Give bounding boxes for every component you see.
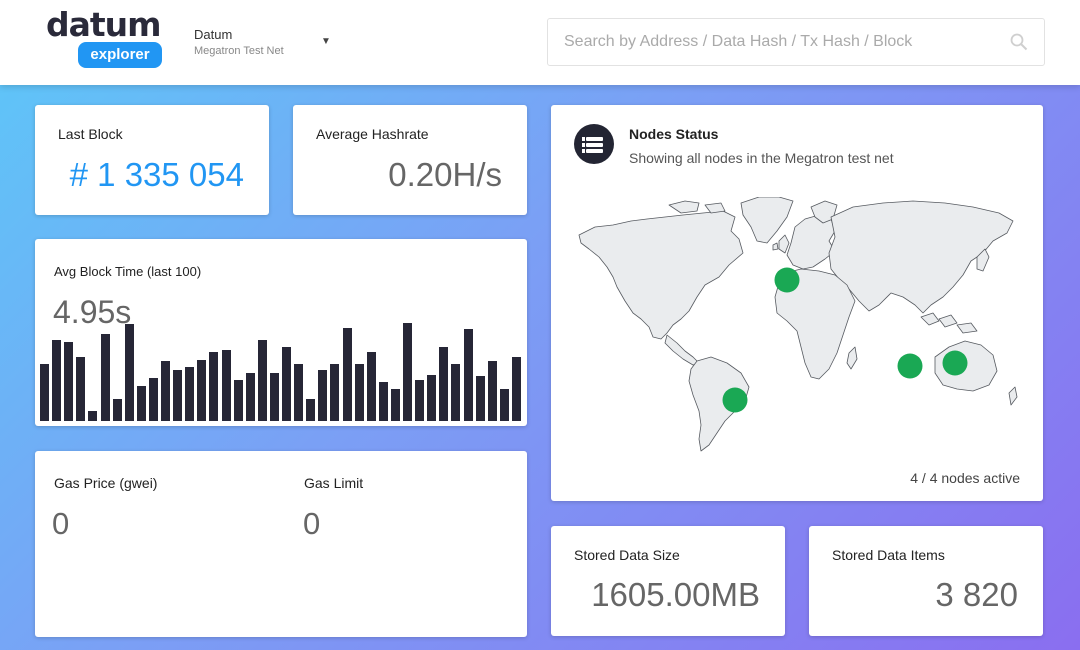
nodes-active-count: 4 / 4 nodes active xyxy=(910,470,1020,486)
block-time-bar[interactable] xyxy=(40,364,49,421)
block-time-bar[interactable] xyxy=(403,323,412,421)
block-time-bar[interactable] xyxy=(257,340,267,421)
block-time-card: Avg Block Time (last 100) 4.95s xyxy=(35,239,527,426)
block-time-bar[interactable] xyxy=(511,357,521,421)
block-time-bar[interactable] xyxy=(415,380,425,421)
last-block-label: Last Block xyxy=(58,126,123,142)
block-time-bar[interactable] xyxy=(76,357,86,421)
node-marker[interactable] xyxy=(722,387,748,413)
hashrate-label: Average Hashrate xyxy=(316,126,429,142)
last-block-value[interactable]: # 1 335 054 xyxy=(70,156,244,194)
north-america-shape xyxy=(578,210,744,340)
block-time-bar[interactable] xyxy=(499,389,509,421)
search-box xyxy=(547,18,1045,66)
block-time-bar[interactable] xyxy=(245,373,255,421)
network-subtitle: Megatron Test Net xyxy=(194,45,284,57)
last-block-card: Last Block # 1 335 054 xyxy=(35,105,269,215)
logo-wordmark: datum xyxy=(46,5,162,44)
block-time-bar[interactable] xyxy=(330,364,340,421)
hashrate-card: Average Hashrate 0.20H/s xyxy=(293,105,527,215)
block-time-bar[interactable] xyxy=(342,328,352,421)
block-time-bar[interactable] xyxy=(197,360,207,421)
gas-limit-label: Gas Limit xyxy=(304,475,364,491)
datum-explorer-logo[interactable]: datum explorer xyxy=(46,8,166,72)
block-time-bar[interactable] xyxy=(451,364,461,421)
block-time-bar[interactable] xyxy=(439,347,449,421)
block-time-bar[interactable] xyxy=(136,386,146,421)
block-time-bar[interactable] xyxy=(185,367,195,421)
hashrate-value: 0.20H/s xyxy=(388,156,502,193)
nodes-status-title: Nodes Status xyxy=(629,126,719,142)
block-time-bar[interactable] xyxy=(173,370,183,421)
nodes-status-subtitle: Showing all nodes in the Megatron test n… xyxy=(629,150,894,166)
top-header: datum explorer Datum Megatron Test Net ▼ xyxy=(0,0,1080,85)
block-time-bar[interactable] xyxy=(354,364,364,421)
network-selector[interactable]: Datum Megatron Test Net ▼ xyxy=(185,16,335,68)
block-time-bar[interactable] xyxy=(269,373,279,421)
block-time-bar[interactable] xyxy=(306,399,316,421)
block-time-bar[interactable] xyxy=(463,329,473,421)
block-time-bar[interactable] xyxy=(124,324,134,421)
block-time-bar[interactable] xyxy=(148,378,158,421)
block-time-bar[interactable] xyxy=(294,364,304,421)
gas-card: Gas Price (gwei) 0 Gas Limit 0 xyxy=(35,451,527,637)
block-time-bar[interactable] xyxy=(282,347,291,421)
block-time-bar[interactable] xyxy=(52,340,62,421)
block-time-bar[interactable] xyxy=(88,411,98,421)
stored-items-value: 3 820 xyxy=(935,576,1018,613)
block-time-bar[interactable] xyxy=(366,352,376,421)
network-name: Datum xyxy=(194,27,233,42)
block-time-bar[interactable] xyxy=(64,342,74,421)
gas-price-value: 0 xyxy=(52,506,70,541)
block-time-bar[interactable] xyxy=(390,389,400,421)
stored-size-card: Stored Data Size 1605.00MB xyxy=(551,526,785,636)
node-marker[interactable] xyxy=(942,350,968,376)
block-time-bar[interactable] xyxy=(475,376,485,421)
stored-size-value: 1605.00MB xyxy=(591,576,760,613)
node-marker[interactable] xyxy=(897,353,923,379)
block-time-bar[interactable] xyxy=(318,370,328,421)
block-time-bar[interactable] xyxy=(112,399,122,421)
block-time-bar[interactable] xyxy=(209,352,219,421)
search-icon[interactable] xyxy=(1010,33,1028,51)
block-time-bar[interactable] xyxy=(233,380,243,421)
logo-explorer-badge: explorer xyxy=(78,42,162,68)
block-time-bar[interactable] xyxy=(378,382,388,421)
block-time-bar-chart xyxy=(40,323,521,421)
list-icon xyxy=(574,124,614,164)
block-time-label: Avg Block Time (last 100) xyxy=(54,264,202,279)
stored-items-label: Stored Data Items xyxy=(832,547,945,563)
stored-size-label: Stored Data Size xyxy=(574,547,680,563)
stored-items-card: Stored Data Items 3 820 xyxy=(809,526,1043,636)
gas-limit-value: 0 xyxy=(303,506,321,541)
block-time-bar[interactable] xyxy=(221,350,231,421)
search-input[interactable] xyxy=(549,20,989,64)
block-time-bar[interactable] xyxy=(427,375,437,421)
europe-shape xyxy=(786,214,836,270)
block-time-bar[interactable] xyxy=(161,361,170,421)
nodes-status-card: Nodes Status Showing all nodes in the Me… xyxy=(551,105,1043,501)
node-marker[interactable] xyxy=(774,267,800,293)
world-map xyxy=(578,197,1018,452)
block-time-bar[interactable] xyxy=(487,361,497,421)
block-time-bar[interactable] xyxy=(100,334,110,421)
gas-price-label: Gas Price (gwei) xyxy=(54,475,158,491)
caret-down-icon: ▼ xyxy=(321,36,331,47)
